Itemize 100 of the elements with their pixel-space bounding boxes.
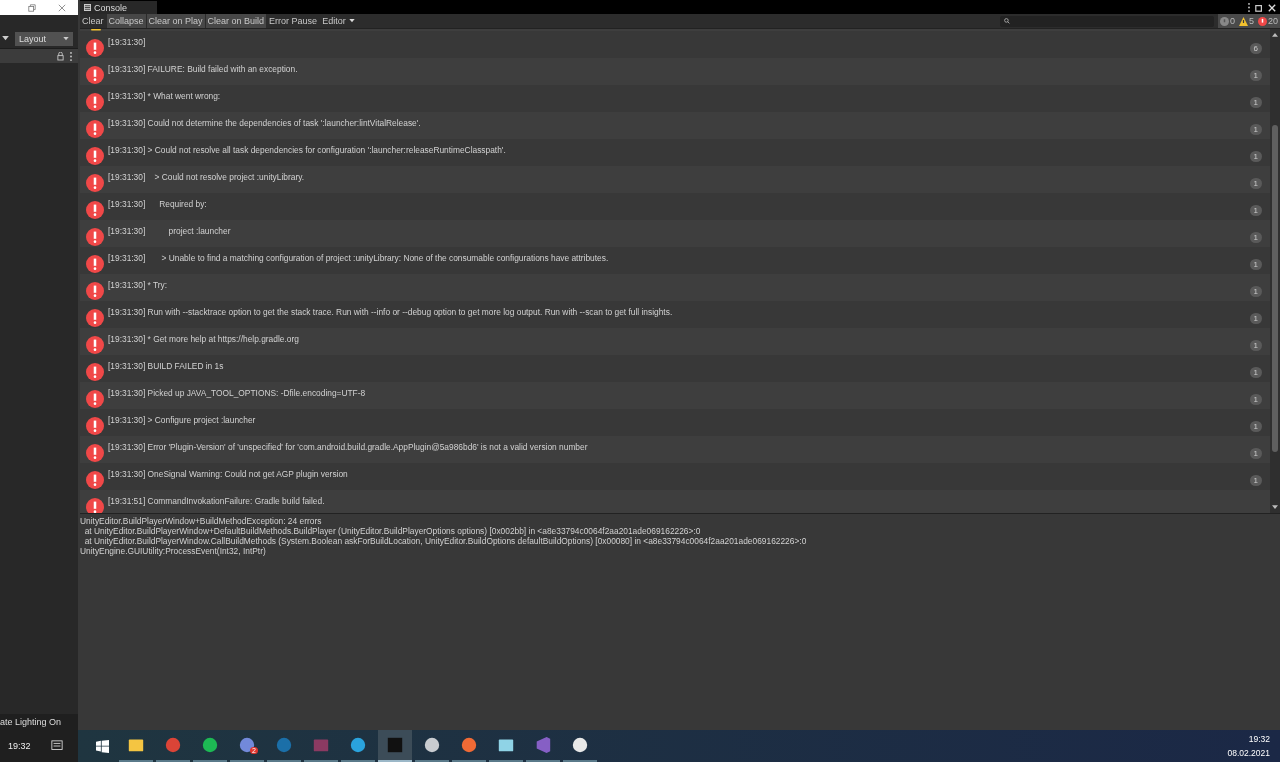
maximize-icon[interactable] [1255,3,1263,12]
app-icon [534,736,552,754]
info-icon [1219,16,1229,26]
toolbar-toggle[interactable]: Error Pause [267,14,320,28]
stack-trace-line: UnityEditor.BuildPlayerWindow+BuildMethodException: 24 errors [80,516,323,526]
log-entry[interactable]: [19:31:30] Error 'Plugin-Version' of 'unspecified' for 'com.android.build.gradle.AppPlugin@5a986bd6' is not a valid version number 1 [80,436,1270,463]
log-entry[interactable]: [19:31:30] * Try: 1 [80,274,1270,301]
scroll-down-icon[interactable] [1272,505,1278,510]
count-badge: 1 [1249,475,1262,486]
count-badge: 6 [1249,43,1262,54]
log-entry[interactable]: [19:31:51] CommandInvokationFailure: Gradle build failed. [80,490,1270,513]
count-badge: 1 [1249,286,1262,297]
toolbar-toggle[interactable]: Clear [80,14,106,28]
clock-date: 08.02.2021 [1227,748,1270,758]
count-badge: 1 [1249,178,1262,189]
chat-app-icon [238,736,256,754]
log-message: [19:31:30] > Unable to find a matching configuration of project :unityLibrary: None of the consumable configurations have attributes. [108,253,610,263]
log-message: [19:31:30] > Could not resolve all task dependencies for configuration ':launcher:releaseRuntimeClasspath'. [108,145,507,155]
round-app-icon [571,736,589,754]
log-entry[interactable]: [19:31:30] > Could not resolve project :unityLibrary. 1 [80,166,1270,193]
log-entry[interactable]: [19:31:30] Picked up JAVA_TOOL_OPTIONS: -Dfile.encoding=UTF-8 1 [80,382,1270,409]
stack-trace-line: UnityEngine.GUIUtility:ProcessEvent(Int32, IntPtr) [80,546,267,556]
log-entry[interactable]: [19:31:30] * Get more help at https://help.gradle.org 1 [80,328,1270,355]
scroll-up-icon[interactable] [1272,32,1278,37]
error-icon [86,147,104,165]
error-icon [86,471,104,489]
log-message: [19:31:30] [108,37,147,47]
log-message: [19:31:30] Run with --stacktrace option to get the stack trace. Run with --info or --debug option to get more log output. Run with --scan to get full insights. [108,307,674,317]
console-icon [84,4,91,11]
info-counter[interactable]: 0 [1217,14,1237,28]
log-message: [19:31:30] OneSignal Warning: Could not get AGP plugin version [108,469,349,479]
caret-icon [348,19,355,23]
log-message: [19:31:30] > Configure project :launcher [108,415,257,425]
count-badge: 1 [1249,394,1262,405]
browser-icon [164,736,182,754]
caret-icon [63,36,70,41]
restore-icon[interactable] [28,3,36,12]
log-entry[interactable]: [19:31:30] Could not determine the dependencies of task ':launcher:lintVitalRelease'. 1 [80,112,1270,139]
count-badge: 1 [1249,313,1262,324]
log-message: [19:31:30] project :launcher [108,226,232,236]
error-icon [86,309,104,327]
search-field[interactable] [999,15,1214,27]
console-tab[interactable]: Console [80,1,158,14]
error-icon [86,498,104,513]
round-app-icon [349,736,367,754]
count-badge: 1 [1249,70,1262,81]
log-message: [19:31:30] FAILURE: Build failed with an exception. [108,64,299,74]
clock-time: 19:32 [1248,734,1270,744]
log-message: [19:31:30] * Try: [108,280,169,290]
windows-logo-icon[interactable] [96,739,109,753]
toolbar-toggle[interactable]: Collapse [106,14,146,28]
log-message: [19:31:30] Required by: [108,199,208,209]
count-badge: 1 [1249,259,1262,270]
stack-trace-line: at UnityEditor.BuildPlayerWindow.CallBuildMethods (System.Boolean askForBuildLocation, UnityEditor.BuildOptions defaultBuildOptions) [0x00080] in <a8e33794c0064f2aa201ade069162226>:0 [83,536,808,546]
error-icon [86,282,104,300]
toolbar-toggle[interactable]: Clear on Play [146,14,205,28]
stack-trace-line: at UnityEditor.BuildPlayerWindow+DefaultBuildMethods.BuildPlayer (UnityEditor.BuildPlayerOptions options) [0x002bb] in <a8e33794c0064f2aa201ade069162226>:0 [83,526,702,536]
count-badge: 1 [1249,124,1262,135]
error-icon [86,174,104,192]
count-badge: 1 [1249,421,1262,432]
warning-icon [1238,16,1248,26]
scrollbar-thumb[interactable] [1272,125,1278,452]
error-icon [86,336,104,354]
notification-icon[interactable] [50,740,63,752]
log-message: [19:31:30] > Could not resolve project :unityLibrary. [108,172,306,182]
error-icon [86,363,104,381]
error-icon [86,417,104,435]
error-icon [86,120,104,138]
log-entry[interactable]: [19:31:30] FAILURE: Build failed with an exception. 1 [80,58,1270,85]
clock-time: 19:32 [8,741,31,751]
taskbar-app-button[interactable] [378,730,412,762]
count-badge: 1 [1249,340,1262,351]
error-icon [86,39,104,57]
app-icon [386,736,404,754]
caret-icon[interactable] [2,36,9,41]
log-message: [19:31:30] * What went wrong: [108,91,222,101]
search-icon [1003,18,1010,24]
error-icon [86,444,104,462]
error-icon [86,66,104,84]
editor-dropdown[interactable]: Editor [320,14,357,28]
toolbar-toggle[interactable]: Clear on Build [205,14,267,28]
error-counter[interactable]: 20 [1256,14,1280,28]
round-app-icon [460,736,478,754]
status-text: ate Lighting On [0,714,78,730]
error-icon [86,93,104,111]
round-app-icon [201,736,219,754]
count-badge: 1 [1249,232,1262,243]
count-badge: 1 [1249,97,1262,108]
error-icon [86,201,104,219]
count-badge: 1 [1249,367,1262,378]
lock-icon[interactable] [57,51,64,61]
error-icon [86,228,104,246]
round-app-icon [275,736,293,754]
log-entry[interactable]: [19:31:30] project :launcher 1 [80,220,1270,247]
error-icon [1258,16,1267,26]
log-message: [19:31:30] Error 'Plugin-Version' of 'unspecified' for 'com.android.build.gradle.AppPlugin@5a986bd6' is not a valid version number [108,442,589,452]
log-message: [19:31:30] BUILD FAILED in 1s [108,361,225,371]
log-message: [19:31:30] Could not determine the dependencies of task ':launcher:lintVitalRelease'. [108,118,422,128]
layout-dropdown[interactable]: Layout [15,31,74,46]
log-message: [19:31:51] CommandInvokationFailure: Gradle build failed. [108,496,326,506]
